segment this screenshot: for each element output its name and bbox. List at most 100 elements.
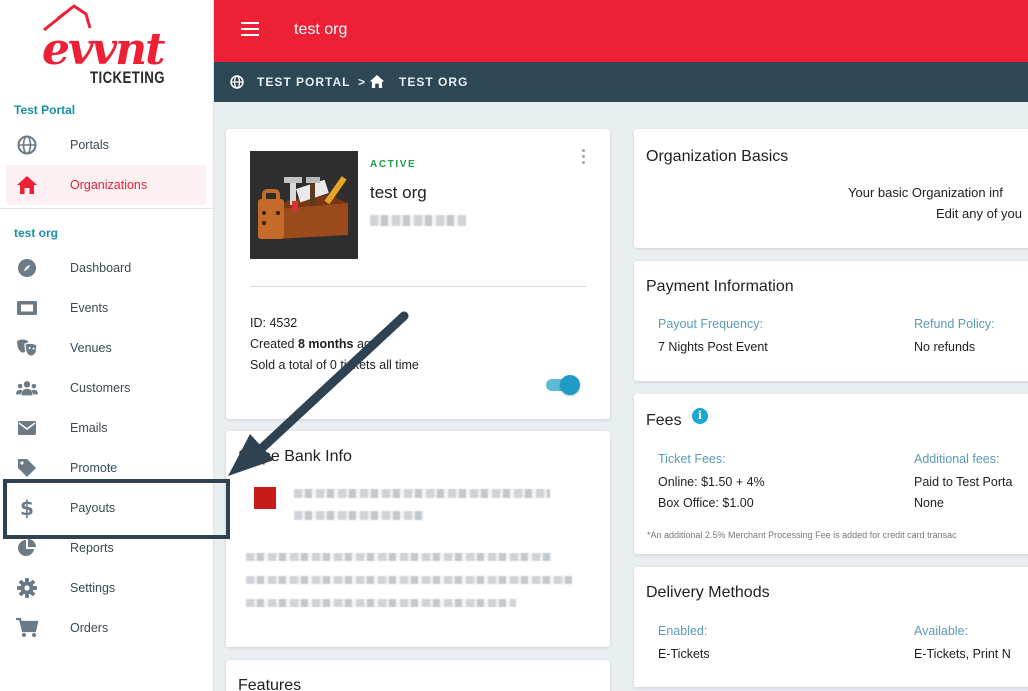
refund-policy-value: No refunds: [914, 340, 976, 354]
card-title: Stripe Bank Info: [238, 448, 352, 465]
breadcrumb: TEST PORTAL > TEST ORG: [214, 62, 1028, 102]
payouts-highlight-box: [3, 479, 230, 539]
sidebar-item-label: Settings: [70, 581, 116, 595]
redacted-text: [246, 599, 516, 607]
tag-icon: [16, 457, 38, 479]
available-label: Available:: [914, 624, 968, 638]
top-app-bar: test org: [214, 0, 1028, 62]
section-label-org: test org: [14, 226, 59, 240]
sidebar: evvnt TICKETING Test Portal Portals Orga…: [0, 0, 214, 691]
sidebar-item-label: Organizations: [70, 178, 148, 192]
sidebar-item-label: Events: [70, 301, 109, 315]
breadcrumb-separator: >: [358, 75, 367, 89]
sidebar-item-dashboard[interactable]: Dashboard: [6, 248, 206, 288]
pie-chart-icon: [16, 537, 38, 559]
compass-icon: [16, 257, 38, 279]
additional-fee-1: Paid to Test Porta: [914, 475, 1013, 489]
refund-policy-label: Refund Policy:: [914, 317, 995, 331]
basics-description: Your basic Organization inf: [848, 185, 1003, 200]
payout-frequency-value: 7 Nights Post Event: [658, 340, 768, 354]
org-name: test org: [370, 183, 427, 202]
ticket-fee-box-office: Box Office: $1.00: [658, 496, 754, 510]
gear-icon: [16, 577, 38, 599]
sidebar-item-label: Portals: [70, 138, 109, 152]
additional-fees-label: Additional fees:: [914, 452, 1000, 466]
sidebar-item-label: Promote: [70, 461, 118, 475]
org-image: [250, 151, 358, 259]
evvnt-logo[interactable]: evvnt TICKETING: [30, 4, 185, 87]
globe-icon: [16, 134, 38, 156]
cart-icon: [16, 617, 38, 639]
more-options-icon[interactable]: [582, 149, 586, 167]
sidebar-item-customers[interactable]: Customers: [6, 368, 206, 408]
logo-graphic: evvnt: [42, 4, 167, 74]
bank-icon: [254, 487, 276, 509]
ticket-fees-label: Ticket Fees:: [658, 452, 726, 466]
org-summary-card: ACTIVE test org ID: 4532 Created 8 month…: [226, 129, 610, 419]
stripe-bank-card: Stripe Bank Info: [226, 431, 610, 647]
payment-info-card: Payment Information Payout Frequency: 7 …: [634, 261, 1028, 381]
sidebar-item-label: Emails: [70, 421, 108, 435]
enabled-label: Enabled:: [658, 624, 708, 638]
card-title: Payment Information: [646, 278, 794, 295]
home-icon: [16, 174, 38, 196]
merchant-fee-note: *An additional 2.5% Merchant Processing …: [647, 530, 957, 540]
enabled-value: E-Tickets: [658, 647, 710, 661]
card-title: Fees: [646, 412, 682, 429]
info-icon[interactable]: i: [692, 408, 708, 424]
org-tickets-sold: Sold a total of 0 tickets all time: [250, 358, 419, 372]
basics-edit-hint: Edit any of you: [936, 206, 1022, 221]
created-suffix: ago: [353, 337, 378, 351]
redacted-text: [246, 576, 572, 584]
breadcrumb-org: TEST ORG: [399, 75, 469, 89]
people-icon: [16, 377, 38, 399]
sidebar-item-label: Customers: [70, 381, 131, 395]
org-created: Created 8 months ago: [250, 337, 378, 351]
card-title: Features: [238, 677, 302, 691]
sidebar-item-label: Orders: [70, 621, 109, 635]
ticket-icon: [16, 297, 38, 319]
sidebar-item-venues[interactable]: Venues: [6, 328, 206, 368]
sidebar-item-organizations[interactable]: Organizations: [6, 165, 206, 205]
available-value: E-Tickets, Print N: [914, 647, 1011, 661]
theater-masks-icon: [16, 337, 38, 359]
fees-card: Fees i Ticket Fees: Online: $1.50 + 4% B…: [634, 394, 1028, 554]
sidebar-item-label: Venues: [70, 341, 112, 355]
redacted-text: [294, 489, 550, 498]
home-icon: [369, 74, 385, 94]
breadcrumb-portal-link[interactable]: TEST PORTAL: [257, 75, 350, 89]
sidebar-item-label: Dashboard: [70, 261, 132, 275]
redacted-text: [246, 553, 552, 561]
logo-subtitle: TICKETING: [90, 68, 165, 87]
sidebar-item-label: Reports: [70, 541, 114, 555]
hamburger-menu-icon[interactable]: [241, 22, 259, 38]
section-label-portal: Test Portal: [14, 103, 76, 117]
payout-frequency-label: Payout Frequency:: [658, 317, 763, 331]
sidebar-item-portals[interactable]: Portals: [6, 125, 206, 165]
org-id: ID: 4532: [250, 316, 298, 330]
created-prefix: Created: [250, 337, 298, 351]
page-title: test org: [294, 21, 348, 38]
additional-fee-2: None: [914, 496, 944, 510]
envelope-icon: [16, 417, 38, 439]
redacted-text: [370, 215, 466, 226]
svg-text:evvnt: evvnt: [42, 24, 165, 74]
card-title: Organization Basics: [646, 148, 789, 165]
org-basics-card: Organization Basics Your basic Organizat…: [634, 129, 1028, 248]
sidebar-item-orders[interactable]: Orders: [6, 608, 206, 648]
globe-icon: [230, 75, 244, 94]
redacted-text: [294, 511, 424, 520]
sidebar-item-emails[interactable]: Emails: [6, 408, 206, 448]
toggle-thumb: [560, 375, 580, 395]
card-title: Delivery Methods: [646, 584, 770, 601]
created-duration: 8 months: [297, 337, 354, 351]
sidebar-item-settings[interactable]: Settings: [6, 568, 206, 608]
card-divider: [250, 286, 586, 287]
sidebar-divider: [0, 208, 213, 209]
status-badge: ACTIVE: [370, 159, 417, 170]
ticket-fee-online: Online: $1.50 + 4%: [658, 475, 765, 489]
features-card: Features: [226, 660, 610, 691]
sidebar-item-events[interactable]: Events: [6, 288, 206, 328]
org-active-toggle[interactable]: [544, 375, 580, 395]
delivery-methods-card: Delivery Methods Enabled: E-Tickets Avai…: [634, 567, 1028, 687]
